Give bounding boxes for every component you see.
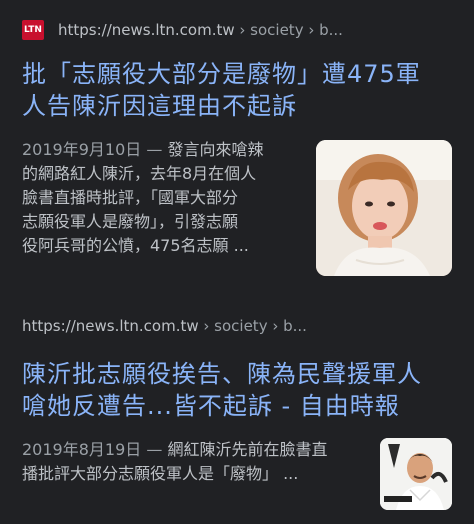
result-url[interactable]: https://news.ltn.com.tw: [22, 317, 199, 335]
result-url[interactable]: https://news.ltn.com.tw: [58, 21, 235, 39]
result-title-line: 陳沂批志願役挨告、陳為民聲援軍人: [22, 360, 422, 388]
snippet-line: 志願役軍人是廢物」，引發志願: [22, 212, 239, 231]
woman-portrait-image: [316, 140, 452, 276]
man-portrait-image: [380, 438, 452, 510]
snippet-line: 發言向來嗆辣: [167, 140, 264, 159]
snippet-line: 的網路紅人陳沂，去年8月在個人: [22, 164, 257, 183]
result-snippet: 2019年8月19日 — 網紅陳沂先前在臉書直 播批評大部分志願役軍人是「廢物」…: [22, 438, 380, 510]
snippet-line: 臉書直播時批評，「國軍大部分: [22, 188, 239, 207]
snippet-line: 役阿兵哥的公憤，475名志願 ...: [22, 236, 249, 255]
search-result-2: https://news.ltn.com.tw › society › b...…: [22, 310, 452, 510]
result-date: 2019年9月10日 —: [22, 140, 168, 159]
result-date: 2019年8月19日 —: [22, 440, 168, 459]
result-source[interactable]: LTN https://news.ltn.com.tw › society › …: [22, 16, 452, 44]
search-result-1: LTN https://news.ltn.com.tw › society › …: [22, 0, 452, 276]
result-title-line: 嗆她反遭告...皆不起訴 - 自由時報: [22, 392, 400, 420]
result-source[interactable]: https://news.ltn.com.tw › society › b...: [22, 312, 452, 340]
result-title-line: 人告陳沂因這理由不起訴: [22, 92, 297, 120]
result-thumbnail[interactable]: [380, 438, 452, 510]
result-title-link[interactable]: 批「志願役大部分是廢物」遭475軍 人告陳沂因這理由不起訴: [22, 58, 452, 122]
snippet-line: 網紅陳沂先前在臉書直: [167, 440, 328, 459]
result-breadcrumb: › society › b...: [198, 317, 307, 335]
result-snippet: 2019年9月10日 — 發言向來嗆辣 的網路紅人陳沂，去年8月在個人 臉書直播…: [22, 138, 316, 276]
result-thumbnail[interactable]: [316, 140, 452, 276]
result-title-link[interactable]: 陳沂批志願役挨告、陳為民聲援軍人 嗆她反遭告...皆不起訴 - 自由時報: [22, 358, 452, 422]
result-title-line: 批「志願役大部分是廢物」遭475軍: [22, 60, 421, 88]
snippet-line: 播批評大部分志願役軍人是「廢物」 ...: [22, 464, 299, 483]
result-breadcrumb: › society › b...: [234, 21, 343, 39]
ltn-favicon-icon: LTN: [22, 20, 44, 40]
